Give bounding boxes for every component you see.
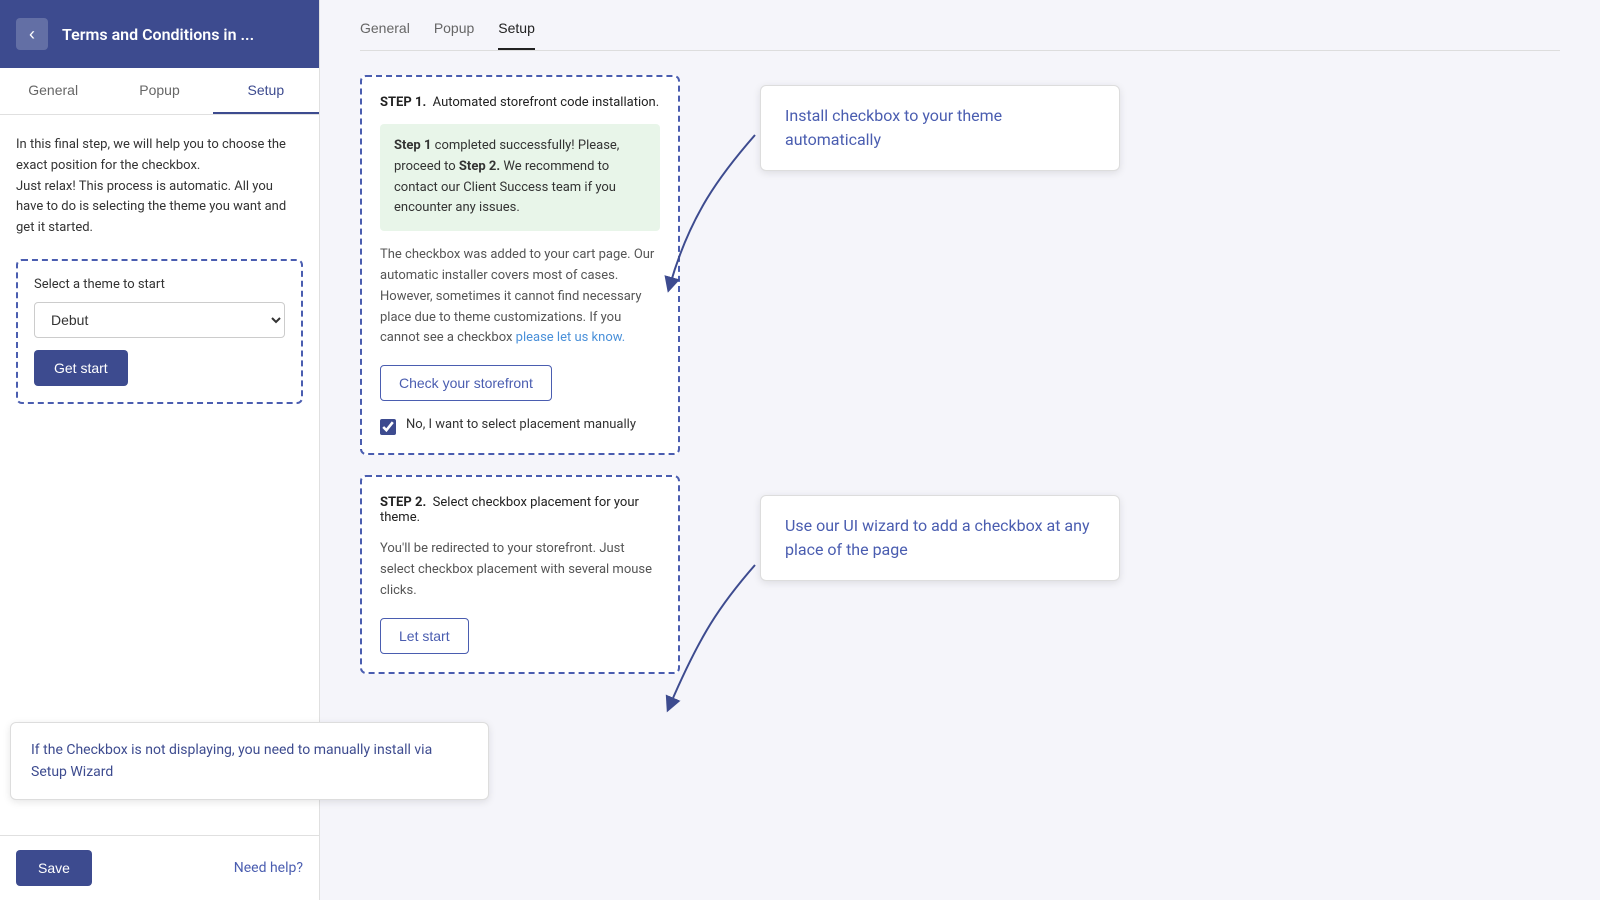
step2-box: STEP 2. Select checkbox placement for yo… [360, 475, 680, 673]
tab-popup-right[interactable]: Popup [434, 20, 474, 50]
left-tabs: General Popup Setup [0, 68, 319, 115]
right-tabs: General Popup Setup [360, 20, 1560, 51]
manual-placement-checkbox[interactable] [380, 419, 396, 435]
tab-general-left[interactable]: General [0, 68, 106, 114]
step2-prefix: STEP 2. [380, 495, 426, 510]
step1-description: The checkbox was added to your cart page… [380, 245, 660, 349]
callout1-text: Install checkbox to your theme automatic… [785, 106, 1002, 149]
tab-popup-left[interactable]: Popup [106, 68, 212, 114]
theme-select-label: Select a theme to start [34, 277, 285, 292]
left-panel-title: Terms and Conditions in ... [62, 25, 254, 44]
step1-success-box: Step 1 completed successfully! Please, p… [380, 124, 660, 231]
step1-success-step2: Step 2. [459, 159, 500, 174]
main-content: STEP 1. Automated storefront code instal… [360, 75, 1560, 694]
left-footer: Save Need help? [0, 835, 319, 900]
right-panel: General Popup Setup STEP 1. Automated st… [320, 0, 1600, 900]
need-help-link[interactable]: Need help? [234, 860, 303, 876]
left-callout-box: If the Checkbox is not displaying, you n… [10, 722, 489, 800]
callout1-box: Install checkbox to your theme automatic… [760, 85, 1120, 171]
manual-placement-label: No, I want to select placement manually [406, 417, 636, 432]
steps-column: STEP 1. Automated storefront code instal… [360, 75, 680, 694]
tab-setup-right[interactable]: Setup [498, 20, 535, 50]
step2-description: You'll be redirected to your storefront.… [380, 539, 660, 601]
left-header: ‹ Terms and Conditions in ... [0, 0, 319, 68]
step2-title: STEP 2. Select checkbox placement for yo… [380, 495, 660, 525]
left-callout-text: If the Checkbox is not displaying, you n… [31, 742, 432, 780]
step1-prefix: STEP 1. [380, 95, 426, 110]
left-description: In this final step, we will help you to … [16, 135, 303, 239]
callout2-text: Use our UI wizard to add a checkbox at a… [785, 516, 1090, 559]
please-let-us-know-link[interactable]: please let us know. [516, 330, 625, 345]
tab-general-right[interactable]: General [360, 20, 410, 50]
save-button[interactable]: Save [16, 850, 92, 886]
step1-title: STEP 1. Automated storefront code instal… [380, 95, 660, 110]
get-start-button[interactable]: Get start [34, 350, 128, 386]
let-start-button[interactable]: Let start [380, 618, 469, 654]
theme-select-dropdown[interactable]: Debut [34, 302, 285, 338]
left-panel: ‹ Terms and Conditions in ... General Po… [0, 0, 320, 900]
manual-placement-row: No, I want to select placement manually [380, 417, 660, 435]
step1-title-text: Automated storefront code installation. [433, 95, 659, 110]
check-storefront-button[interactable]: Check your storefront [380, 365, 552, 401]
back-button[interactable]: ‹ [16, 18, 48, 50]
tab-setup-left[interactable]: Setup [213, 68, 319, 114]
step1-success-step: Step 1 [394, 138, 431, 153]
callout2-box: Use our UI wizard to add a checkbox at a… [760, 495, 1120, 581]
check-storefront-wrapper: Check your storefront [380, 365, 660, 417]
theme-select-box: Select a theme to start Debut Get start [16, 259, 303, 404]
step1-box: STEP 1. Automated storefront code instal… [360, 75, 680, 455]
